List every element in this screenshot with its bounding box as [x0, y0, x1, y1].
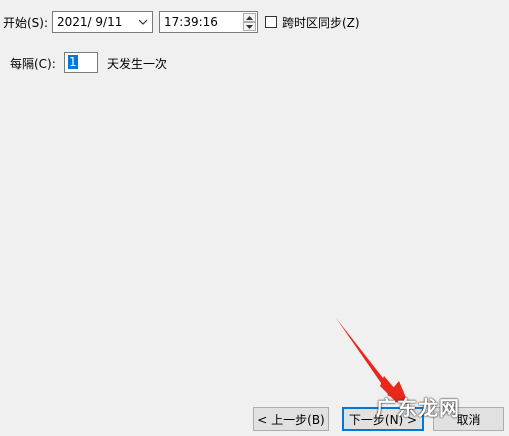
start-time-field[interactable]: 17:39:16: [159, 11, 258, 33]
recur-unit-text: 天发生一次: [107, 57, 168, 71]
chevron-down-icon[interactable]: [138, 18, 148, 26]
caret-down-icon: [246, 24, 253, 29]
back-button[interactable]: < 上一步(B): [253, 407, 329, 431]
watermark-text: 广东龙网: [376, 396, 460, 420]
start-time-value: 17:39:16: [164, 15, 218, 29]
time-spin-down-button[interactable]: [243, 22, 256, 31]
recur-interval-value: 1: [68, 55, 78, 69]
start-date-picker[interactable]: 2021/ 9/11: [52, 11, 153, 33]
caret-up-icon: [246, 15, 253, 20]
time-spin-up-button[interactable]: [243, 13, 256, 22]
start-date-value: 2021/ 9/11: [57, 15, 123, 29]
recur-interval-label: 每隔(C):: [10, 57, 56, 71]
sync-timezone-checkbox[interactable]: [265, 16, 277, 28]
start-label: 开始(S):: [3, 16, 49, 30]
sync-timezone-label[interactable]: 跨时区同步(Z): [282, 15, 360, 31]
recur-interval-input[interactable]: 1: [64, 52, 98, 73]
